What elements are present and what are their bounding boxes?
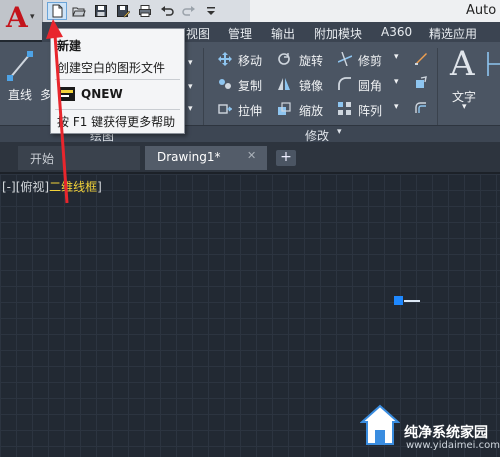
autocad-logo-icon: A [6,1,28,34]
bracket: ] [97,180,102,194]
mirror-icon [278,78,290,90]
application-menu-button[interactable]: A ▾ [0,0,43,40]
file-tab-drawing1[interactable]: Drawing1* ✕ [145,146,267,170]
explode-icon [416,76,427,88]
chevron-down-icon[interactable]: ▾ [188,82,193,92]
close-icon[interactable]: ✕ [247,149,256,162]
tab-addins[interactable]: 附加模块 [314,25,362,42]
tab-output[interactable]: 输出 [271,25,295,42]
panel-separator [203,48,204,126]
tab-manage[interactable]: 管理 [228,25,252,42]
chevron-down-icon[interactable]: ▾ [188,104,193,114]
title-bar [250,0,500,22]
offset-icon [415,102,426,113]
redo-icon [182,6,195,16]
file-tab-label: Drawing1* [157,150,221,164]
rotate-icon [278,53,290,65]
fillet-tool[interactable]: 圆角 [358,77,382,94]
text-icon: A [450,44,475,84]
undo-button[interactable] [157,2,177,20]
rotate-tool[interactable]: 旋转 [299,52,323,69]
watermark-title: 纯净系统家园 [404,425,488,441]
chevron-down-icon[interactable]: ▾ [188,58,193,68]
watermark: 纯净系统家园 www.yidaimei.com [356,400,500,454]
erase-icon [415,53,427,65]
scale-tool[interactable]: 缩放 [299,102,323,119]
trim-tool[interactable]: 修剪 [358,52,382,69]
line-tool-label[interactable]: 直线 [8,86,32,103]
chevron-down-icon[interactable]: ▾ [462,102,467,112]
tab-a360[interactable]: A360 [381,25,412,39]
window-title: Auto [466,3,497,18]
tab-view[interactable]: 视图 [186,25,210,42]
plot-icon [139,5,151,17]
annotation-arrow [46,19,69,204]
array-icon [338,102,351,115]
chevron-down-icon[interactable]: ▾ [394,102,399,112]
mirror-tool[interactable]: 镜像 [299,77,323,94]
save-button[interactable] [91,2,111,20]
stretch-tool[interactable]: 拉伸 [238,102,262,119]
copy-icon [219,79,231,89]
chevron-down-icon[interactable]: ▾ [394,77,399,87]
plot-button[interactable] [135,2,155,20]
move-tool[interactable]: 移动 [238,52,262,69]
watermark-url: www.yidaimei.com [406,440,500,451]
stretch-icon [218,104,232,114]
customize-icon [207,7,215,15]
new-tab-button[interactable]: + [276,150,296,166]
save-as-icon [117,5,130,18]
redo-button[interactable] [179,2,199,20]
save-as-button[interactable] [113,2,133,20]
house-logo-icon [360,404,400,445]
tooltip-command: QNEW [81,87,123,101]
move-icon [218,52,232,66]
scale-icon [278,102,291,115]
tab-featured-apps[interactable]: 精选应用 [429,25,477,42]
cursor-pickbox [394,296,403,305]
chevron-down-icon[interactable]: ▾ [394,52,399,62]
chevron-down-icon[interactable]: ▾ [337,127,342,137]
dimension-icon [487,52,500,76]
line-icon [7,51,33,81]
fillet-icon [338,77,351,90]
cursor-crosshair [404,300,420,302]
copy-tool[interactable]: 复制 [238,77,262,94]
chevron-down-icon: ▾ [30,12,35,22]
undo-icon [161,6,174,16]
array-tool[interactable]: 阵列 [358,102,382,119]
panel-separator [437,48,438,126]
trim-icon [338,52,352,66]
save-icon [95,5,107,17]
customize-quick-access-button[interactable] [201,2,221,20]
